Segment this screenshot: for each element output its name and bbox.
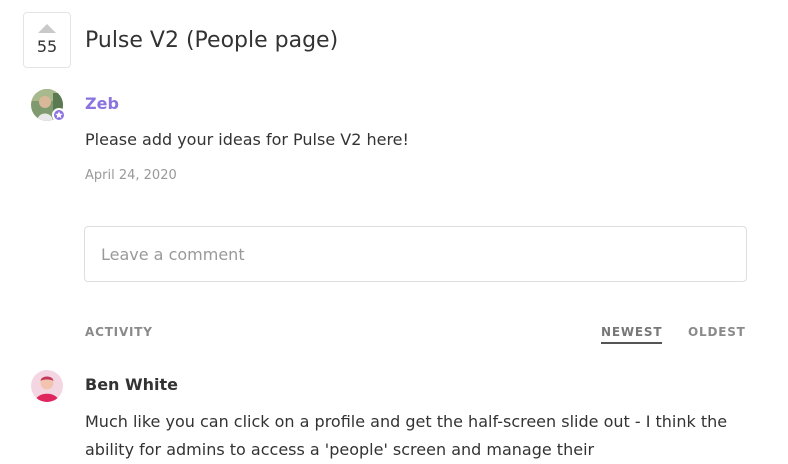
avatar[interactable] [31, 370, 63, 402]
avatar-photo-icon [31, 370, 63, 402]
upvote-button[interactable]: 55 [23, 12, 71, 68]
upvote-arrow-icon [38, 24, 56, 33]
post-body: Please add your ideas for Pulse V2 here! [85, 130, 409, 149]
comment-author-name[interactable]: Ben White [85, 374, 178, 396]
admin-badge-icon [52, 108, 66, 122]
post-date: April 24, 2020 [85, 168, 177, 183]
sort-newest-tab[interactable]: NEWEST [601, 323, 663, 344]
comment-body: Much like you can click on a profile and… [85, 412, 728, 459]
post-title: Pulse V2 (People page) [85, 28, 339, 53]
vote-count: 55 [36, 37, 58, 56]
sort-oldest-tab[interactable]: OLDEST [688, 323, 746, 341]
activity-label: ACTIVITY [85, 325, 153, 339]
comment-input[interactable] [84, 226, 747, 282]
post-author-name[interactable]: Zeb [85, 93, 119, 115]
avatar[interactable] [31, 89, 66, 122]
